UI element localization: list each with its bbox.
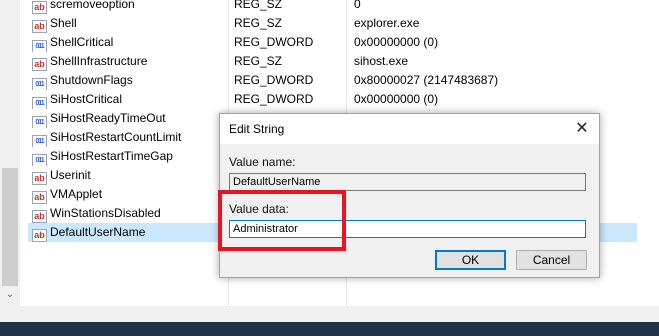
registry-value-row[interactable]: 011 ShellCritical REG_DWORD 0x00000000 (0) xyxy=(28,33,637,52)
value-type-cell: REG_DWORD xyxy=(234,73,314,87)
string-value-icon: ab xyxy=(32,191,47,204)
ok-button[interactable]: OK xyxy=(435,250,506,270)
value-type-cell: REG_DWORD xyxy=(234,35,314,49)
value-name-cell: 011 ShutdownFlags xyxy=(32,71,224,90)
value-name-cell: 011 ShellCritical xyxy=(32,33,224,52)
value-name-text: SiHostRestartCountLimit xyxy=(50,130,182,144)
value-data-cell: 0 xyxy=(354,0,361,11)
scrollbar-thumb[interactable] xyxy=(2,168,18,286)
value-data-cell: 0x80000027 (2147483687) xyxy=(354,73,499,87)
value-name-cell: ab DefaultUserName xyxy=(32,223,224,242)
registry-value-row[interactable]: ab scremoveoption REG_SZ 0 xyxy=(28,0,637,14)
value-name-cell: ab Shell xyxy=(32,14,224,33)
string-value-icon: ab xyxy=(32,58,47,71)
close-icon[interactable]: ✕ xyxy=(565,114,599,144)
highlight-annotation-box xyxy=(218,190,346,251)
dialog-title: Edit String xyxy=(229,122,285,136)
value-name-text: scremoveoption xyxy=(50,0,135,11)
value-name-cell: ab ShellInfrastructure xyxy=(32,52,224,71)
value-type-cell: REG_SZ xyxy=(234,54,283,68)
taskbar xyxy=(0,322,659,336)
value-name-text: Userinit xyxy=(50,168,91,182)
string-value-icon: ab xyxy=(32,210,47,223)
value-name-text: SiHostCritical xyxy=(50,92,123,106)
value-name-label: Value name: xyxy=(229,155,296,169)
value-data-cell: 0x00000000 (0) xyxy=(354,92,439,106)
registry-value-row[interactable]: ab Shell REG_SZ explorer.exe xyxy=(28,14,637,33)
value-data-cell: 0x00000000 (0) xyxy=(354,35,439,49)
value-name-cell: ab VMApplet xyxy=(32,185,224,204)
dword-value-icon: 011 xyxy=(32,154,47,166)
value-name-cell: ab Userinit xyxy=(32,166,224,185)
vertical-scrollbar[interactable]: ⌄ xyxy=(0,0,20,306)
dword-value-icon: 011 xyxy=(32,116,47,128)
dword-value-icon: 011 xyxy=(32,78,47,90)
horizontal-scrollbar[interactable] xyxy=(0,306,659,322)
value-name-cell: ab WinStationsDisabled xyxy=(32,204,224,223)
dialog-title-bar[interactable]: Edit String ✕ xyxy=(220,114,599,144)
value-name-text: ShellCritical xyxy=(50,35,114,49)
value-name-text: WinStationsDisabled xyxy=(50,206,161,220)
value-name-cell: 011 SiHostRestartTimeGap xyxy=(32,147,224,166)
value-data-cell: sihost.exe xyxy=(354,54,409,68)
value-name-text: SiHostRestartTimeGap xyxy=(50,149,173,163)
string-value-icon: ab xyxy=(32,20,47,33)
value-name-text: Shell xyxy=(50,16,77,30)
value-name-cell: ab scremoveoption xyxy=(32,0,224,14)
string-value-icon: ab xyxy=(32,229,47,242)
scroll-down-icon[interactable]: ⌄ xyxy=(0,288,20,302)
value-type-cell: REG_SZ xyxy=(234,16,283,30)
value-name-cell: 011 SiHostRestartCountLimit xyxy=(32,128,224,147)
value-name-text: SiHostReadyTimeOut xyxy=(50,111,166,125)
value-type-cell: REG_DWORD xyxy=(234,92,314,106)
value-name-text: ShellInfrastructure xyxy=(50,54,148,68)
value-name-text: VMApplet xyxy=(50,187,103,201)
registry-value-row[interactable]: 011 SiHostCritical REG_DWORD 0x00000000 (0) xyxy=(28,90,637,109)
registry-value-row[interactable]: ab ShellInfrastructure REG_SZ sihost.exe xyxy=(28,52,637,71)
value-name-field: DefaultUserName xyxy=(229,173,586,191)
dword-value-icon: 011 xyxy=(32,97,47,109)
value-name-text: ShutdownFlags xyxy=(50,73,133,87)
string-value-icon: ab xyxy=(32,172,47,185)
value-name-cell: 011 SiHostReadyTimeOut xyxy=(32,109,224,128)
dword-value-icon: 011 xyxy=(32,40,47,52)
value-name-cell: 011 SiHostCritical xyxy=(32,90,224,109)
cancel-button[interactable]: Cancel xyxy=(516,250,587,270)
value-data-cell: explorer.exe xyxy=(354,16,420,30)
value-type-cell: REG_SZ xyxy=(234,0,283,11)
registry-value-row[interactable]: 011 ShutdownFlags REG_DWORD 0x80000027 (214… xyxy=(28,71,637,90)
string-value-icon: ab xyxy=(32,1,47,14)
dword-value-icon: 011 xyxy=(32,135,47,147)
value-name-text: DefaultUserName xyxy=(50,225,146,239)
